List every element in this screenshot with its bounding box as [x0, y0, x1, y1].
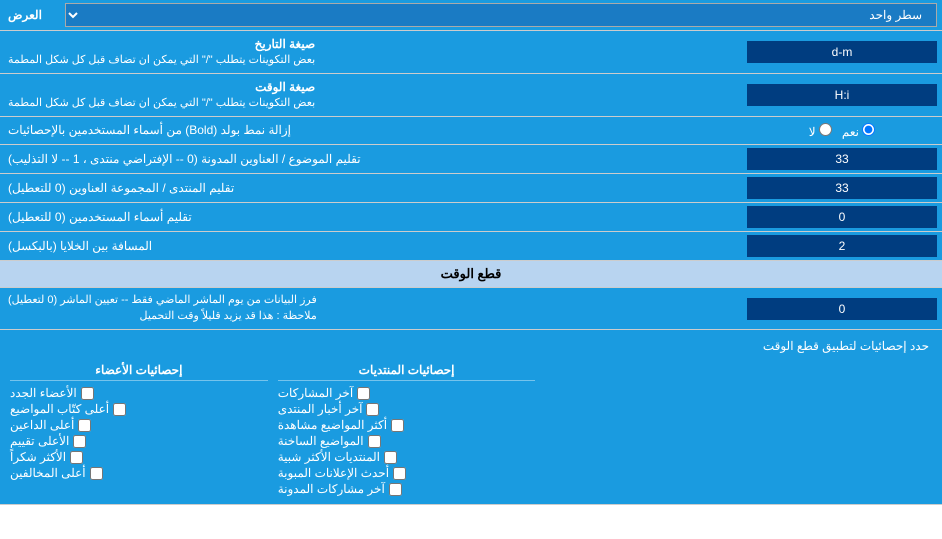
- time-cut-label: فرز البيانات من يوم الماشر الماضي فقط --…: [0, 288, 742, 329]
- bold-remove-row: إزالة نمط بولد (Bold) من أسماء المستخدمي…: [0, 117, 942, 145]
- cb-most-thanks: الأكثر شكراً: [10, 450, 268, 464]
- forum-trim-input-cell: [742, 174, 942, 202]
- date-format-input[interactable]: d-m: [747, 41, 937, 63]
- empty-col: [540, 357, 937, 499]
- cb-hot-topics-input[interactable]: [368, 435, 381, 448]
- bold-remove-radio-cell: نعم لا: [742, 117, 942, 144]
- cell-spacing-label: المسافة بين الخلايا (بالبكسل): [0, 232, 742, 260]
- cb-last-posts: آخر المشاركات: [278, 386, 536, 400]
- cb-most-like-forums: المنتديات الأكثر شبية: [278, 450, 536, 464]
- time-cut-input[interactable]: [747, 298, 937, 320]
- cb-most-viewed: أكثر المواضيع مشاهدة: [278, 418, 536, 432]
- forums-stats-col: إحصائيات المنتديات آخر المشاركات آخر أخب…: [273, 357, 541, 499]
- cell-spacing-input-cell: [742, 232, 942, 260]
- bold-yes-label: نعم: [842, 123, 875, 139]
- cb-top-rated: الأعلى تقييم: [10, 434, 268, 448]
- cb-new-members-input[interactable]: [81, 387, 94, 400]
- time-cut-input-cell: [742, 288, 942, 329]
- forum-trim-input[interactable]: [747, 177, 937, 199]
- date-format-input-cell: d-m: [742, 31, 942, 73]
- date-format-label: صيغة التاريخ بعض التكوينات يتطلب "/" الت…: [0, 31, 742, 73]
- users-trim-label: تقليم أسماء المستخدمين (0 للتعطيل): [0, 203, 742, 231]
- cb-top-violations-input[interactable]: [90, 467, 103, 480]
- topics-trim-label: تقليم الموضوع / العناوين المدونة (0 -- ا…: [0, 145, 742, 173]
- forum-trim-label: تقليم المنتدى / المجموعة العناوين (0 للت…: [0, 174, 742, 202]
- display-mode-row: العرض سطر واحد عدة أسطر: [0, 0, 942, 31]
- cb-hot-topics: المواضيع الساخنة: [278, 434, 536, 448]
- cb-last-blog-posts: آخر مشاركات المدونة: [278, 482, 536, 496]
- time-format-label: صيغة الوقت بعض التكوينات يتطلب "/" التي …: [0, 74, 742, 116]
- cb-most-viewed-input[interactable]: [391, 419, 404, 432]
- cb-new-members: الأعضاء الجدد: [10, 386, 268, 400]
- time-cut-row: فرز البيانات من يوم الماشر الماضي فقط --…: [0, 288, 942, 330]
- time-format-row: صيغة الوقت بعض التكوينات يتطلب "/" التي …: [0, 74, 942, 117]
- cb-last-posts-input[interactable]: [357, 387, 370, 400]
- checkboxes-area: حدد إحصائيات لتطبيق قطع الوقت إحصائيات ا…: [0, 330, 942, 505]
- cb-most-like-forums-input[interactable]: [384, 451, 397, 464]
- cb-top-rated-input[interactable]: [73, 435, 86, 448]
- display-mode-select[interactable]: سطر واحد عدة أسطر: [65, 3, 937, 27]
- time-format-input-cell: [742, 74, 942, 116]
- bold-no-radio[interactable]: [819, 123, 832, 136]
- checkboxes-top-label: حدد إحصائيات لتطبيق قطع الوقت: [5, 335, 937, 357]
- users-trim-input[interactable]: [747, 206, 937, 228]
- cb-last-news-input[interactable]: [366, 403, 379, 416]
- checkboxes-grid: إحصائيات الأعضاء الأعضاء الجدد أعلى كتّا…: [5, 357, 937, 499]
- forums-stats-header: إحصائيات المنتديات: [278, 360, 536, 381]
- time-cut-header: قطع الوقت: [0, 261, 942, 288]
- bold-remove-label: إزالة نمط بولد (Bold) من أسماء المستخدمي…: [0, 117, 742, 144]
- members-stats-header: إحصائيات الأعضاء: [10, 360, 268, 381]
- bold-yes-radio[interactable]: [862, 123, 875, 136]
- cb-latest-classifieds-input[interactable]: [393, 467, 406, 480]
- members-stats-col: إحصائيات الأعضاء الأعضاء الجدد أعلى كتّا…: [5, 357, 273, 499]
- display-mode-label: العرض: [0, 0, 60, 30]
- cb-top-inviters-input[interactable]: [78, 419, 91, 432]
- cb-top-inviters: أعلى الداعين: [10, 418, 268, 432]
- topics-trim-input-cell: [742, 145, 942, 173]
- cb-top-writers-input[interactable]: [113, 403, 126, 416]
- display-mode-input-cell: سطر واحد عدة أسطر: [60, 0, 942, 30]
- bold-no-label: لا: [809, 123, 832, 139]
- cell-spacing-row: المسافة بين الخلايا (بالبكسل): [0, 232, 942, 261]
- topics-trim-input[interactable]: [747, 148, 937, 170]
- date-format-row: صيغة التاريخ بعض التكوينات يتطلب "/" الت…: [0, 31, 942, 74]
- users-trim-input-cell: [742, 203, 942, 231]
- cell-spacing-input[interactable]: [747, 235, 937, 257]
- time-format-input[interactable]: [747, 84, 937, 106]
- forum-trim-row: تقليم المنتدى / المجموعة العناوين (0 للت…: [0, 174, 942, 203]
- cb-top-writers: أعلى كتّاب المواضيع: [10, 402, 268, 416]
- cb-most-thanks-input[interactable]: [70, 451, 83, 464]
- cb-latest-classifieds: أحدث الإعلانات المبوبة: [278, 466, 536, 480]
- users-trim-row: تقليم أسماء المستخدمين (0 للتعطيل): [0, 203, 942, 232]
- cb-top-violations: أعلى المخالفين: [10, 466, 268, 480]
- cb-last-blog-posts-input[interactable]: [389, 483, 402, 496]
- topics-trim-row: تقليم الموضوع / العناوين المدونة (0 -- ا…: [0, 145, 942, 174]
- cb-last-news: آخر أخبار المنتدى: [278, 402, 536, 416]
